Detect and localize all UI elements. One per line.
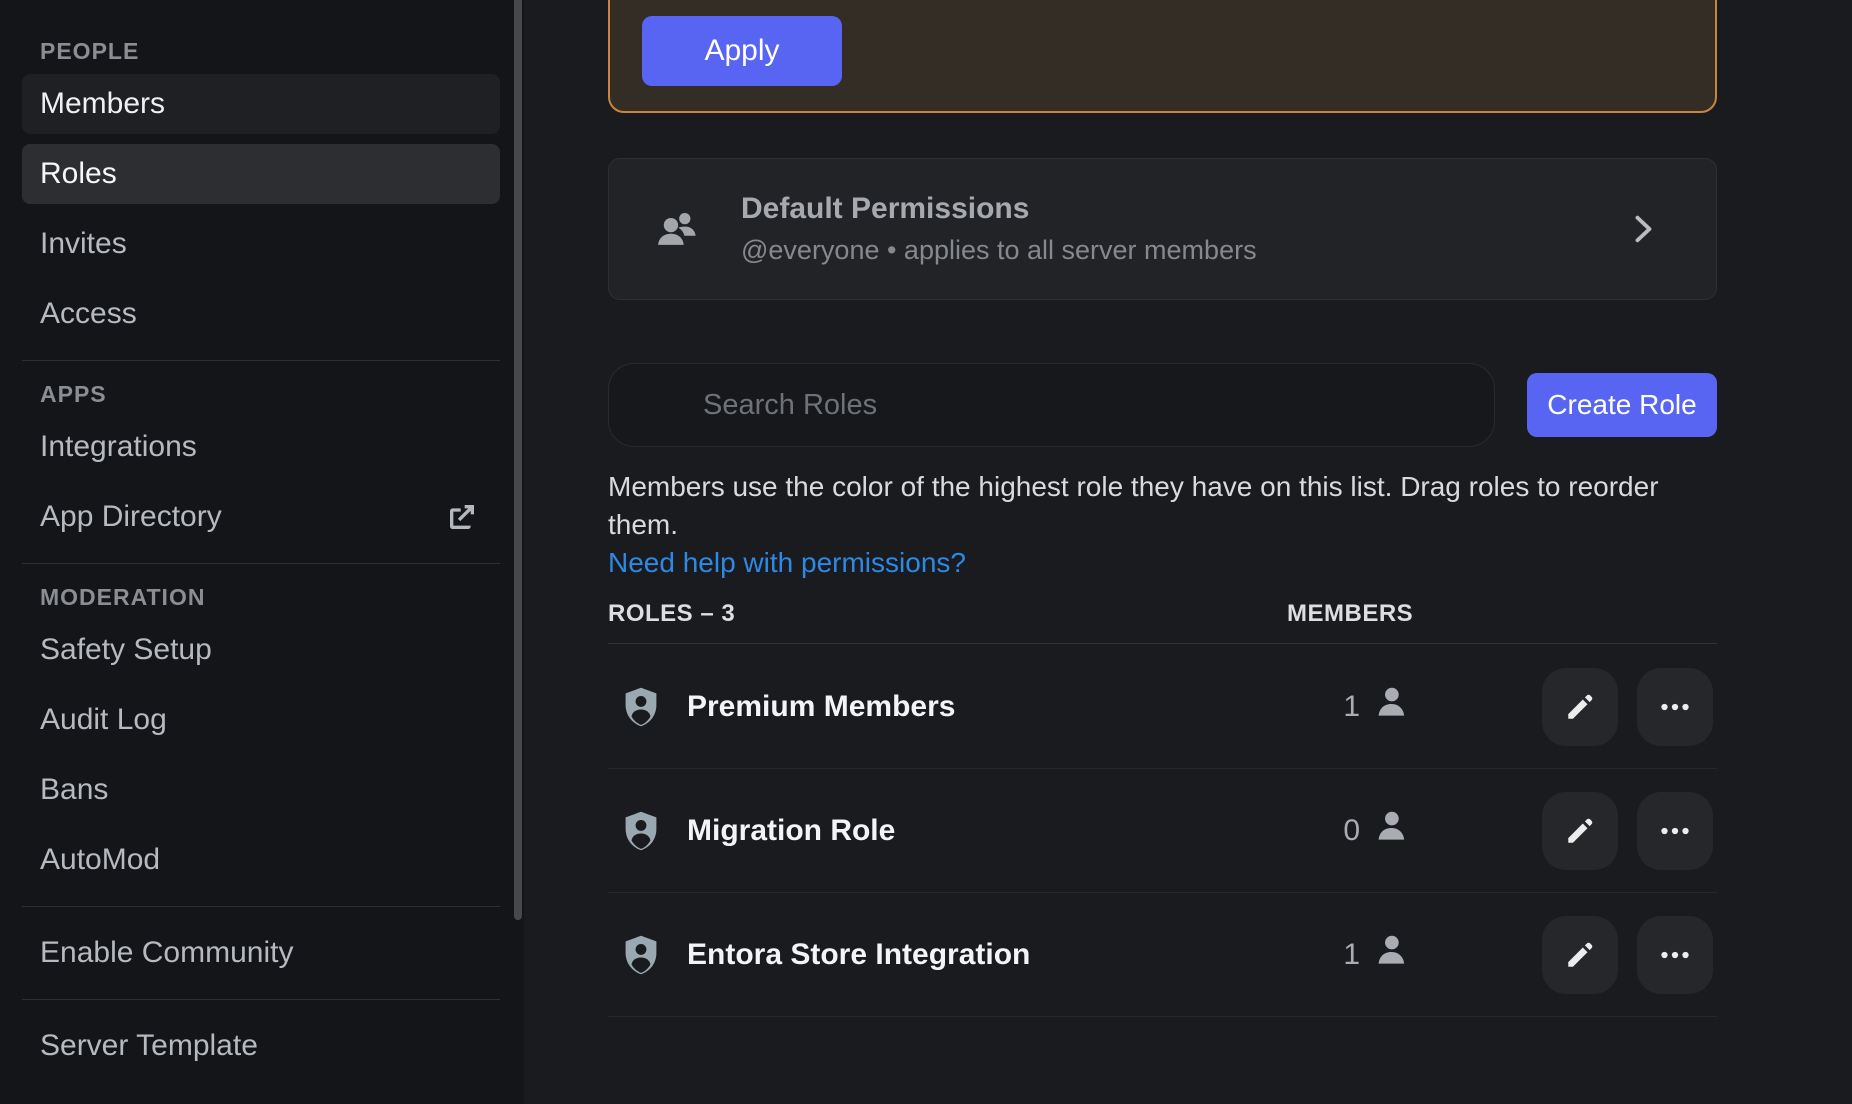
sidebar-item-label: Audit Log [40, 703, 167, 736]
role-members: 0 [1320, 769, 1412, 892]
sidebar-item-access[interactable]: Access [22, 284, 500, 344]
sidebar-item-app-directory[interactable]: App Directory [22, 487, 500, 547]
sidebar-item-label: Roles [40, 157, 117, 190]
more-dots-icon [1657, 937, 1693, 973]
sidebar-item-label: Bans [40, 773, 108, 806]
unsaved-changes-box: Apply [608, 0, 1717, 113]
role-row[interactable]: Premium Members 1 [608, 645, 1717, 769]
member-person-icon [1370, 807, 1412, 854]
sidebar-item-label: Members [40, 87, 165, 120]
sidebar-item-label: Integrations [40, 430, 197, 463]
sidebar-item-label: Invites [40, 227, 127, 260]
chevron-right-icon [1624, 211, 1660, 247]
sidebar-item-label: App Directory [40, 500, 222, 533]
sidebar-item-label: AutoMod [40, 843, 160, 876]
sidebar-item-server-template[interactable]: Server Template [22, 1016, 500, 1076]
more-dots-icon [1657, 689, 1693, 725]
edit-role-button[interactable] [1542, 668, 1618, 746]
edit-role-button[interactable] [1542, 916, 1618, 994]
sidebar-item-label: Enable Community [40, 936, 293, 969]
role-shield-icon [620, 931, 662, 979]
role-row[interactable]: Entora Store Integration 1 [608, 893, 1717, 1017]
sidebar-item-integrations[interactable]: Integrations [22, 417, 500, 477]
sidebar-item-members[interactable]: Members [22, 74, 500, 134]
sidebar-scrollbar-thumb[interactable] [514, 0, 522, 920]
sidebar-item-label: Safety Setup [40, 633, 212, 666]
default-permissions-texts: Default Permissions @everyone • applies … [741, 192, 1257, 266]
member-count: 0 [1320, 814, 1360, 848]
sidebar-item-bans[interactable]: Bans [22, 760, 500, 820]
search-roles-input[interactable] [608, 363, 1495, 447]
edit-role-button[interactable] [1542, 792, 1618, 870]
sidebar-item-automod[interactable]: AutoMod [22, 830, 500, 890]
roles-help-block: Members use the color of the highest rol… [608, 468, 1728, 582]
sidebar-section-header-moderation: MODERATION [40, 584, 500, 610]
sidebar-item-label: Server Template [40, 1029, 258, 1062]
more-options-button[interactable] [1637, 792, 1713, 870]
role-name: Premium Members [687, 690, 955, 724]
apply-button[interactable]: Apply [642, 16, 842, 86]
sidebar-divider [22, 999, 500, 1000]
member-count: 1 [1320, 690, 1360, 724]
sidebar-divider [22, 906, 500, 907]
sidebar-item-safety-setup[interactable]: Safety Setup [22, 620, 500, 680]
external-link-icon [446, 501, 478, 533]
roles-table-header: ROLES – 3 MEMBERS [608, 600, 1717, 628]
default-permissions-title: Default Permissions [741, 192, 1257, 226]
role-row[interactable]: Migration Role 0 [608, 769, 1717, 893]
role-members: 1 [1320, 893, 1412, 1016]
sidebar-item-enable-community[interactable]: Enable Community [22, 923, 500, 983]
role-shield-icon [620, 807, 662, 855]
pencil-icon [1564, 939, 1596, 971]
more-options-button[interactable] [1637, 916, 1713, 994]
table-header-divider [608, 643, 1717, 644]
settings-sidebar: PEOPLE Members Roles Invites Access APPS Integ… [0, 0, 524, 1104]
sidebar-divider [22, 563, 500, 564]
more-options-button[interactable] [1637, 668, 1713, 746]
pencil-icon [1564, 815, 1596, 847]
permissions-help-link[interactable]: Need help with permissions? [608, 544, 966, 582]
sidebar-item-audit-log[interactable]: Audit Log [22, 690, 500, 750]
sidebar-item-invites[interactable]: Invites [22, 214, 500, 274]
sidebar-section-header-apps: APPS [40, 381, 500, 407]
roles-list: Premium Members 1 [608, 645, 1717, 1017]
member-person-icon [1370, 683, 1412, 730]
members-column-header: MEMBERS [1287, 600, 1413, 628]
role-members: 1 [1320, 645, 1412, 768]
roles-count-header: ROLES – 3 [608, 600, 735, 627]
create-role-button[interactable]: Create Role [1527, 373, 1717, 437]
role-shield-icon [620, 683, 662, 731]
sidebar-divider [22, 360, 500, 361]
more-dots-icon [1657, 813, 1693, 849]
role-name: Migration Role [687, 814, 895, 848]
member-person-icon [1370, 931, 1412, 978]
sidebar-section-header-people: PEOPLE [40, 38, 500, 64]
member-count: 1 [1320, 938, 1360, 972]
people-icon [651, 203, 703, 255]
default-permissions-card[interactable]: Default Permissions @everyone • applies … [608, 158, 1717, 300]
role-name: Entora Store Integration [687, 938, 1030, 972]
roles-help-text: Members use the color of the highest rol… [608, 471, 1659, 540]
pencil-icon [1564, 691, 1596, 723]
search-row: Create Role [608, 363, 1717, 447]
sidebar-item-label: Access [40, 297, 137, 330]
roles-settings-main: Apply Default Permissions @everyone • ap… [524, 0, 1852, 1104]
sidebar-item-roles[interactable]: Roles [22, 144, 500, 204]
default-permissions-subtitle: @everyone • applies to all server member… [741, 235, 1257, 266]
